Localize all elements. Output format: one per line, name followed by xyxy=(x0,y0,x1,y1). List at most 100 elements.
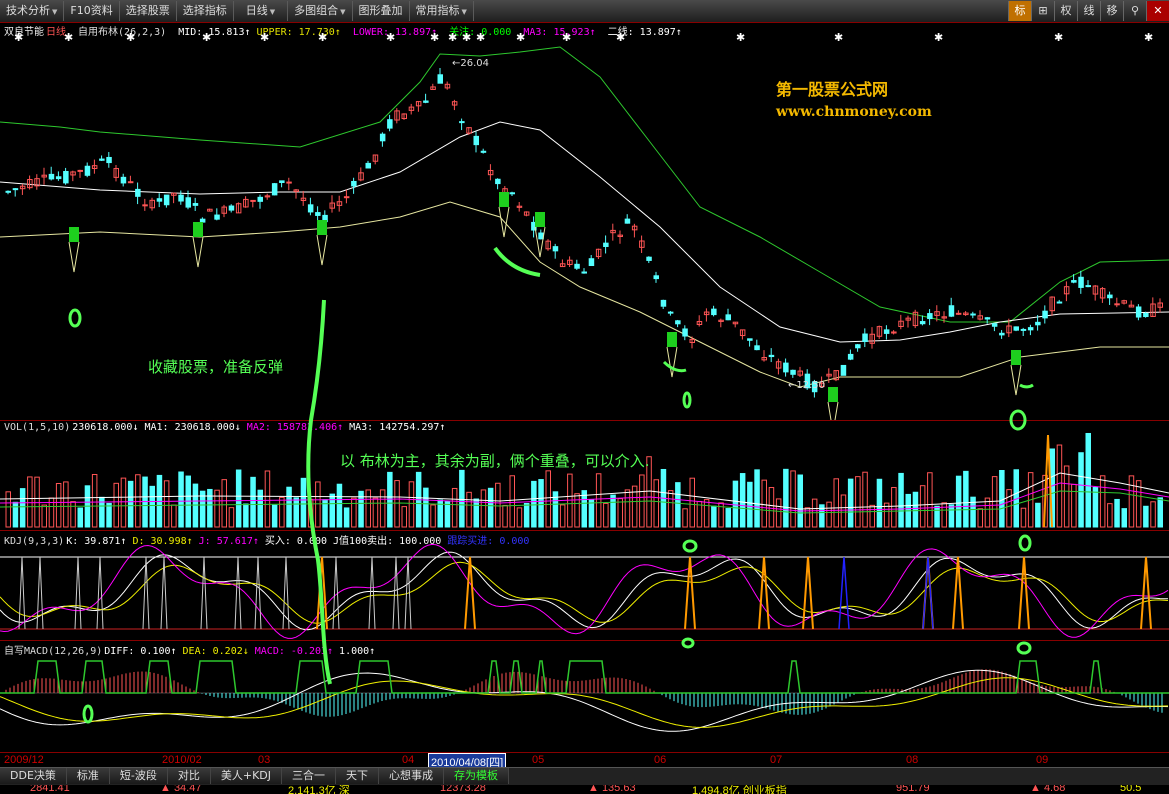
date-tick: 04 xyxy=(402,754,415,766)
tab-compare[interactable]: 对比 xyxy=(167,768,211,784)
volume-bar xyxy=(372,497,379,528)
star-marker: ✱ xyxy=(386,31,395,44)
toolbar: 技术分析 ▼ F10资料 选择股票 选择指标 日线 ▼ 多图组合 ▼ 图形叠加 常用指… xyxy=(0,0,1169,23)
volume-chart[interactable] xyxy=(0,421,1169,531)
select-indicator-button[interactable]: 选择指标 xyxy=(177,1,234,21)
signal-marker xyxy=(1010,364,1022,396)
volume-bar xyxy=(271,504,278,528)
tab-meiren-kdj[interactable]: 美人+KDJ xyxy=(210,768,283,784)
kdj-spike xyxy=(368,556,376,630)
volume-bar xyxy=(315,481,321,528)
candle-body xyxy=(588,258,595,267)
volume-bar xyxy=(927,472,933,528)
candle-body xyxy=(660,299,667,307)
volume-bar xyxy=(63,481,69,528)
tab-three-in-one[interactable]: 三合一 xyxy=(282,768,337,784)
candle-body xyxy=(99,158,105,161)
candle-body xyxy=(653,275,659,280)
volume-bar xyxy=(343,507,350,528)
rights-button[interactable]: 权 xyxy=(1054,1,1077,21)
volume-bar xyxy=(509,475,515,528)
volume-bar xyxy=(466,491,472,528)
candle-body xyxy=(883,329,890,334)
macd-diff-line xyxy=(0,669,1169,732)
kdj-chart[interactable] xyxy=(0,531,1169,641)
candle-body xyxy=(999,332,1005,336)
volume-bar xyxy=(394,480,400,528)
star-marker: ✱ xyxy=(934,31,943,44)
candle-body xyxy=(120,176,127,184)
volume-bar xyxy=(41,504,47,528)
volume-bar xyxy=(163,480,170,528)
period-button[interactable]: 日线 ▼ xyxy=(234,1,289,21)
volume-bar xyxy=(34,476,40,528)
tab-short-wave[interactable]: 短-波段 xyxy=(109,768,168,784)
save-template-button[interactable]: 存为模板 xyxy=(444,768,510,784)
volume-bar xyxy=(1150,501,1156,528)
volume-panel: VOL(1,5,10) 230618.000↓ MA1: 230618.000↓ MA… xyxy=(0,420,1169,531)
mark-button[interactable]: 标 xyxy=(1008,1,1031,21)
search-icon[interactable]: ⚲ xyxy=(1123,1,1146,21)
volume-bar xyxy=(941,502,947,528)
volume-bar xyxy=(91,474,98,528)
volume-bar xyxy=(1071,483,1077,528)
volume-bar xyxy=(480,489,487,528)
macd-chart[interactable] xyxy=(0,641,1169,753)
candle-body xyxy=(387,119,393,129)
candle-body xyxy=(437,74,443,84)
volume-bar xyxy=(243,503,249,528)
date-tick: 07 xyxy=(770,754,783,766)
kdj-spike xyxy=(160,556,168,630)
signal-marker xyxy=(534,226,546,258)
volume-bar xyxy=(603,502,609,528)
select-stock-button[interactable]: 选择股票 xyxy=(120,1,177,21)
status-bar: 2841.41 ▲ 34.47 2,141.3亿 深 12373.28 ▲ 13… xyxy=(0,785,1169,794)
volume-bar xyxy=(235,469,242,528)
volume-bar xyxy=(473,498,479,528)
close-icon[interactable]: ✕ xyxy=(1146,1,1169,21)
date-axis: 2009/12 2010/02 03 04 2010/04/08[四] 05 0… xyxy=(0,752,1169,771)
volume-bar xyxy=(300,477,307,528)
candle-body xyxy=(991,323,998,327)
star-marker: ✱ xyxy=(476,31,485,44)
volume-bar xyxy=(977,508,983,528)
common-indicator-button[interactable]: 常用指标 ▼ xyxy=(410,1,474,21)
volume-bar xyxy=(351,497,357,528)
volume-bar xyxy=(1056,444,1063,528)
candle-body xyxy=(1042,310,1048,319)
candle-body xyxy=(1056,301,1063,304)
line-button[interactable]: 线 xyxy=(1077,1,1100,21)
volume-bar xyxy=(250,476,256,528)
candle-body xyxy=(199,218,206,223)
grid-icon[interactable]: ⊞ xyxy=(1031,1,1054,21)
volume-bar xyxy=(1020,507,1027,528)
tab-dde[interactable]: DDE决策 xyxy=(0,768,67,784)
volume-bar xyxy=(955,475,962,528)
candle-body xyxy=(178,194,184,202)
kdj-panel: KDJ(9,3,3) K: 39.871↑ D: 30.998↑ J: 57.617↑… xyxy=(0,530,1169,641)
multi-chart-button[interactable]: 多图组合 ▼ xyxy=(288,1,353,21)
candle-body xyxy=(790,369,796,375)
kdj-d-line xyxy=(0,561,1169,624)
f10-button[interactable]: F10资料 xyxy=(64,1,120,21)
index-value: 2841.41 xyxy=(30,785,70,794)
volume-bar xyxy=(912,491,919,528)
volume-bar xyxy=(70,501,76,528)
volume-bar xyxy=(790,470,796,528)
star-marker: ✱ xyxy=(736,31,745,44)
candle-body xyxy=(459,121,465,124)
overlay-button[interactable]: 图形叠加 xyxy=(353,1,410,21)
tab-tianxia[interactable]: 天下 xyxy=(336,768,380,784)
volume-bar xyxy=(963,470,969,528)
volume-bar xyxy=(120,477,127,528)
volume-bar xyxy=(1078,452,1084,528)
volume-bar xyxy=(1107,503,1113,528)
kdj-spike xyxy=(142,556,150,630)
tech-analysis-button[interactable]: 技术分析 ▼ xyxy=(0,1,65,21)
move-button[interactable]: 移 xyxy=(1100,1,1123,21)
tab-standard[interactable]: 标准 xyxy=(66,768,110,784)
tab-xinxiang[interactable]: 心想事成 xyxy=(379,768,445,784)
candle-body xyxy=(855,344,861,349)
star-marker: ✱ xyxy=(430,31,439,44)
volume-bar xyxy=(279,496,285,528)
